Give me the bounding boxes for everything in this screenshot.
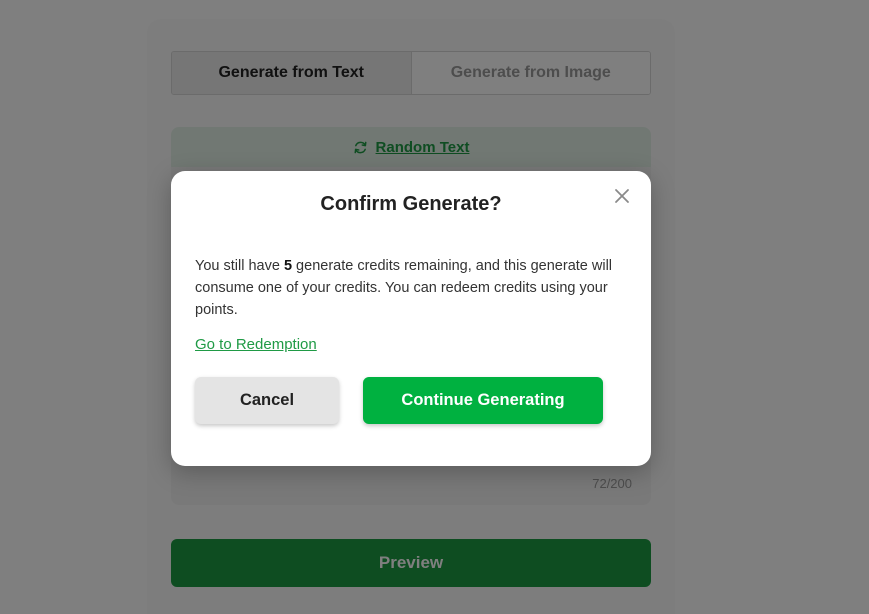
- cancel-button[interactable]: Cancel: [195, 377, 339, 424]
- message-prefix: You still have: [195, 258, 284, 274]
- credits-count: 5: [283, 258, 293, 274]
- dialog-title: Confirm Generate?: [320, 193, 502, 215]
- continue-generating-button[interactable]: Continue Generating: [363, 377, 603, 424]
- close-icon[interactable]: [611, 185, 633, 207]
- dialog-message: You still have 5 generate credits remain…: [195, 255, 625, 321]
- go-to-redemption-link[interactable]: Go to Redemption: [195, 336, 317, 353]
- page: Generate from Text Generate from Image R…: [0, 0, 869, 614]
- confirm-generate-dialog: Confirm Generate? You still have 5 gener…: [171, 171, 651, 466]
